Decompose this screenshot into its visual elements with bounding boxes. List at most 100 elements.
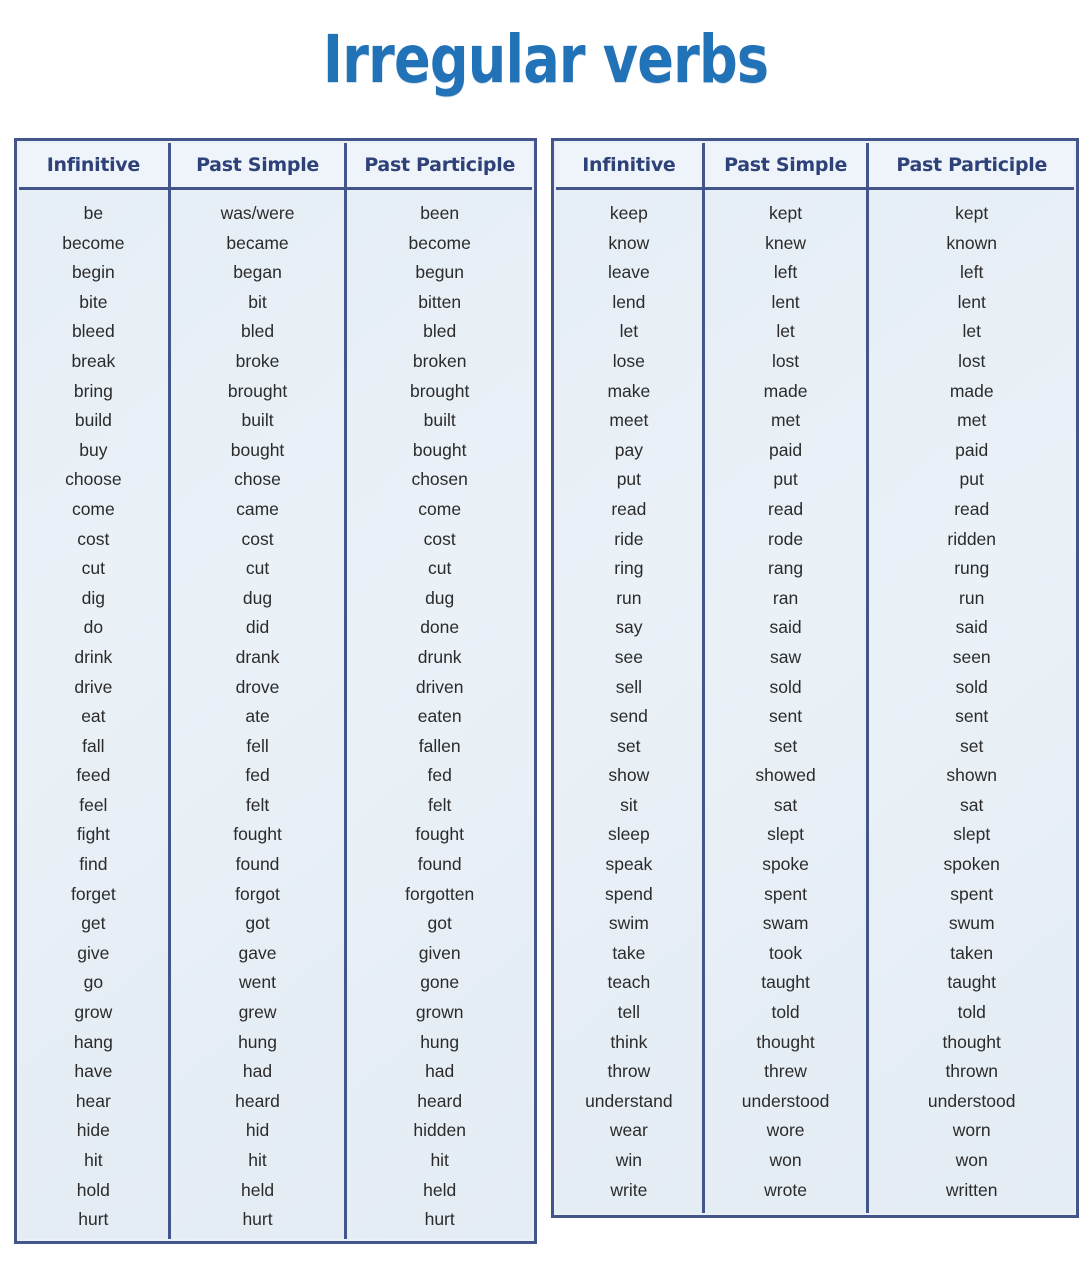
verb-cell: slept	[953, 824, 991, 845]
verb-cell: slept	[767, 824, 805, 845]
verb-cell: ride	[614, 528, 644, 549]
verb-cell: knew	[765, 232, 806, 253]
verb-cell: said	[769, 617, 802, 638]
verb-cell: paid	[769, 439, 803, 460]
verb-cell: sit	[620, 794, 638, 815]
verb-cell: hit	[430, 1150, 449, 1170]
verb-cell: sell	[615, 676, 642, 697]
verb-cell: sleep	[607, 824, 650, 845]
verb-cell: thought	[756, 1031, 815, 1052]
verb-cell: run	[616, 587, 642, 608]
verb-cell: drunk	[417, 646, 462, 667]
verb-cell: put	[616, 469, 642, 490]
verb-cell: broke	[235, 350, 280, 371]
verb-cell: lost	[771, 350, 800, 371]
verb-cell: grown	[415, 1002, 464, 1023]
verb-cell: brought	[227, 380, 288, 401]
verb-cell: sold	[769, 676, 802, 697]
verb-cell: see	[614, 646, 643, 667]
verb-cell: read	[768, 498, 804, 519]
verb-cell: thought	[942, 1031, 1001, 1052]
verb-cell: had	[425, 1061, 455, 1082]
verb-cell: pay	[614, 439, 643, 460]
verb-cell: swum	[948, 913, 995, 934]
verb-cell: shown	[946, 765, 997, 786]
column-header-infinitive: Infinitive	[556, 143, 702, 187]
verb-cell: seen	[952, 646, 991, 667]
verb-cell: fight	[76, 824, 110, 845]
column-past-simple: was/were became began bit bled broke brought bu…	[167, 190, 345, 1239]
verb-cell: drink	[74, 646, 113, 667]
verb-cell: cut	[81, 558, 106, 579]
verb-cell: drank	[235, 646, 280, 667]
verb-cell: bought	[230, 439, 285, 460]
verb-cell: spent	[764, 883, 807, 904]
verb-cell: gone	[420, 972, 460, 993]
verb-cell: given	[418, 942, 461, 963]
verb-cell: hear	[75, 1090, 111, 1111]
verb-cell: take	[612, 942, 646, 963]
verb-cell: rode	[768, 528, 804, 549]
verb-cell: won	[955, 1150, 988, 1170]
verb-cell: be	[83, 203, 104, 223]
verb-cell: paid	[955, 439, 989, 460]
table-header-row: Infinitive Past Simple Past Participle	[19, 143, 532, 190]
verb-cell: cost	[423, 528, 456, 549]
verb-cell: became	[226, 232, 289, 253]
verb-cell: bit	[248, 291, 267, 312]
verb-cell: bring	[73, 380, 113, 401]
verb-cell: understood	[741, 1090, 830, 1111]
verb-cell: keep	[609, 203, 648, 223]
verb-cell: let	[962, 321, 981, 342]
verb-cell: come	[71, 498, 115, 519]
verb-cell: come	[418, 498, 462, 519]
verb-cell: sent	[955, 706, 989, 727]
verb-cell: teach	[607, 972, 651, 993]
verb-cell: came	[236, 498, 279, 519]
verb-cell: taught	[761, 972, 810, 993]
verb-cell: go	[83, 972, 104, 993]
verb-cell: ran	[772, 587, 799, 608]
verb-cell: held	[423, 1179, 457, 1200]
verb-cell: become	[62, 232, 125, 253]
column-header-infinitive: Infinitive	[19, 143, 168, 187]
verb-cell: fought	[233, 824, 282, 845]
verb-cell: begin	[71, 262, 115, 283]
title-banner: Irregular verbs	[0, 0, 1092, 120]
verb-cell: hung	[420, 1031, 460, 1052]
verb-cell: ate	[245, 706, 270, 727]
verb-cell: find	[79, 854, 108, 875]
verb-cell: broken	[412, 350, 467, 371]
verb-cell: brought	[410, 380, 470, 401]
verb-cell: grow	[74, 1002, 113, 1023]
verb-cell: begun	[415, 262, 465, 283]
verb-cell: make	[607, 380, 651, 401]
verb-table-left: Infinitive Past Simple Past Participle b…	[14, 138, 537, 1244]
verb-cell: think	[610, 1031, 648, 1052]
column-past-participle: been become begun bitten bled broken brought bu…	[344, 190, 532, 1239]
verb-cell: showed	[755, 765, 816, 786]
column-past-simple: kept knew left lent let lost made met paid put rea…	[701, 190, 867, 1213]
verb-cell: cost	[241, 528, 274, 549]
verb-cell: made	[949, 380, 994, 401]
verb-cell: fell	[246, 735, 269, 756]
verb-cell: built	[423, 410, 456, 431]
verb-cell: met	[770, 410, 801, 431]
verb-cell: ring	[614, 558, 644, 579]
verb-cell: bleed	[71, 321, 115, 342]
verb-cell: drove	[235, 676, 280, 697]
verb-cell: heard	[417, 1090, 463, 1111]
verb-cell: hurt	[242, 1209, 273, 1230]
verb-cell: taken	[950, 942, 994, 963]
verb-cell: feel	[79, 794, 108, 815]
verb-cell: worn	[952, 1120, 991, 1141]
verb-cell: began	[233, 262, 282, 283]
column-header-past-participle: Past Participle	[866, 143, 1074, 187]
verb-cell: choose	[65, 469, 122, 490]
verb-cell: dig	[81, 587, 106, 608]
verb-cell: break	[71, 350, 116, 371]
verb-cell: fed	[427, 765, 452, 786]
verb-cell: lend	[612, 291, 646, 312]
verb-cell: get	[81, 913, 106, 934]
verb-cell: build	[74, 410, 112, 431]
